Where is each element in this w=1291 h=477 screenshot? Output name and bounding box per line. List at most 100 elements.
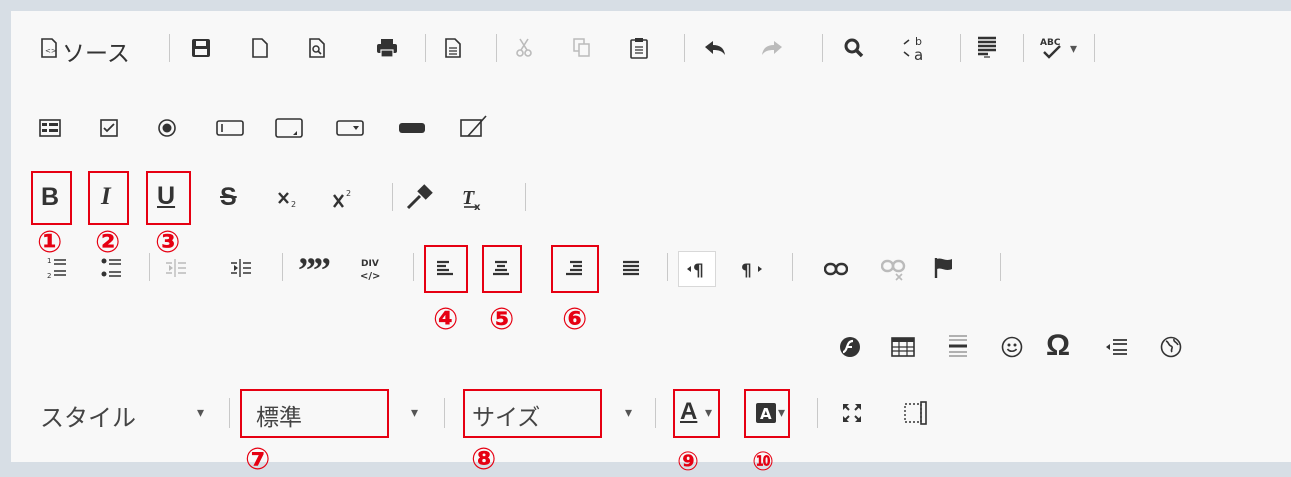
svg-text:2: 2 [291, 200, 296, 209]
justify-icon[interactable] [620, 258, 642, 280]
show-blocks-icon[interactable] [903, 400, 929, 426]
table-icon[interactable] [890, 335, 916, 359]
source-button-label[interactable]: ソース [62, 34, 130, 68]
svg-text:2: 2 [47, 272, 51, 280]
svg-text:</>: </> [360, 271, 380, 282]
rtl-icon[interactable]: ¶ [740, 258, 764, 280]
annotation-box-text-color [673, 389, 720, 438]
separator [792, 253, 793, 281]
svg-text:¶: ¶ [741, 261, 752, 278]
separator [425, 34, 426, 62]
superscript-icon[interactable]: 2 [331, 186, 357, 210]
separator [392, 183, 393, 211]
annotation-box-align-left [424, 245, 468, 293]
separator [684, 34, 685, 62]
cut-icon[interactable] [513, 36, 535, 60]
select-all-icon[interactable] [975, 35, 999, 61]
find-icon[interactable] [842, 36, 866, 60]
copy-format-icon[interactable] [405, 183, 435, 211]
source-icon[interactable]: <> [38, 36, 60, 60]
svg-text:<>: <> [45, 47, 57, 55]
new-page-icon[interactable] [250, 36, 270, 60]
svg-text:¶: ¶ [693, 261, 704, 278]
annotation-box-align-right [551, 245, 599, 293]
button-icon[interactable] [397, 119, 427, 137]
select-icon[interactable] [335, 117, 365, 139]
separator [149, 253, 150, 281]
spellcheck-dropdown-caret[interactable]: ▾ [1070, 40, 1077, 57]
redo-icon[interactable] [759, 38, 785, 58]
annotation-number: ⑥ [562, 302, 588, 337]
svg-text:2: 2 [346, 189, 351, 198]
textfield-icon[interactable] [215, 117, 245, 139]
svg-text:DIV: DIV [361, 259, 379, 269]
copy-icon[interactable] [571, 36, 593, 60]
link-icon[interactable] [823, 260, 849, 278]
div-container-icon[interactable]: DIV </> [358, 255, 382, 283]
separator [667, 253, 668, 281]
paste-icon[interactable] [628, 35, 650, 61]
save-icon[interactable] [190, 37, 212, 59]
size-combo-caret[interactable]: ▾ [625, 404, 632, 421]
annotation-box-bold [31, 171, 72, 225]
undo-icon[interactable] [702, 38, 728, 58]
separator [525, 183, 526, 211]
editor-toolbar-panel [11, 11, 1291, 462]
annotation-box-format [240, 389, 389, 438]
textarea-icon[interactable] [274, 116, 304, 140]
separator [817, 398, 818, 428]
annotation-number: ④ [433, 302, 459, 337]
unlink-icon[interactable] [880, 258, 908, 282]
separator [282, 253, 283, 281]
form-icon[interactable] [38, 117, 62, 139]
separator [413, 253, 414, 281]
separator [444, 398, 445, 428]
annotation-number: ⑨ [677, 447, 700, 477]
print-icon[interactable] [375, 36, 399, 60]
replace-icon[interactable]: ba [900, 33, 928, 63]
annotation-number: ③ [155, 225, 181, 260]
subscript-icon[interactable]: 2 [276, 188, 302, 210]
annotation-number: ① [37, 225, 63, 260]
hidden-field-icon[interactable] [459, 114, 489, 140]
svg-text:a: a [914, 46, 923, 62]
separator [960, 34, 961, 62]
format-combo-caret[interactable]: ▾ [411, 404, 418, 421]
annotation-box-size [463, 389, 602, 438]
checkbox-icon[interactable] [98, 117, 120, 139]
separator [822, 34, 823, 62]
flash-icon[interactable] [838, 335, 862, 359]
separator [496, 34, 497, 62]
style-combo-label[interactable]: スタイル [40, 398, 136, 433]
iframe-icon[interactable] [1158, 334, 1184, 360]
separator [169, 34, 170, 62]
preview-icon[interactable] [307, 36, 327, 60]
indent-icon[interactable] [229, 256, 253, 280]
blockquote-icon[interactable]: ”” [298, 252, 331, 288]
annotation-box-align-center [482, 245, 522, 293]
special-char-icon[interactable]: Ω [1046, 329, 1070, 363]
svg-text:ABC: ABC [1040, 38, 1061, 48]
annotation-box-underline [146, 171, 191, 225]
style-combo-caret[interactable]: ▾ [197, 404, 204, 421]
radio-icon[interactable] [156, 117, 178, 139]
spellcheck-icon[interactable]: ABC [1038, 34, 1068, 62]
horizontal-rule-icon[interactable] [946, 333, 970, 361]
remove-format-icon[interactable]: Tx [459, 186, 487, 212]
anchor-icon[interactable] [933, 256, 955, 280]
annotation-number: ⑧ [471, 442, 497, 477]
page-break-icon[interactable] [1104, 336, 1128, 358]
annotation-box-italic [88, 171, 129, 225]
separator [1000, 253, 1001, 281]
annotation-number: ⑤ [489, 302, 515, 337]
ltr-icon[interactable]: ¶ [678, 251, 716, 287]
annotation-number: ② [95, 225, 121, 260]
separator [1023, 34, 1024, 62]
separator [229, 398, 230, 428]
annotation-number: ⑦ [245, 442, 271, 477]
strike-icon[interactable]: S [220, 183, 237, 212]
templates-icon[interactable] [443, 36, 463, 60]
annotation-box-bg-color [744, 389, 790, 438]
maximize-icon[interactable] [840, 401, 864, 425]
smiley-icon[interactable] [1000, 335, 1024, 359]
